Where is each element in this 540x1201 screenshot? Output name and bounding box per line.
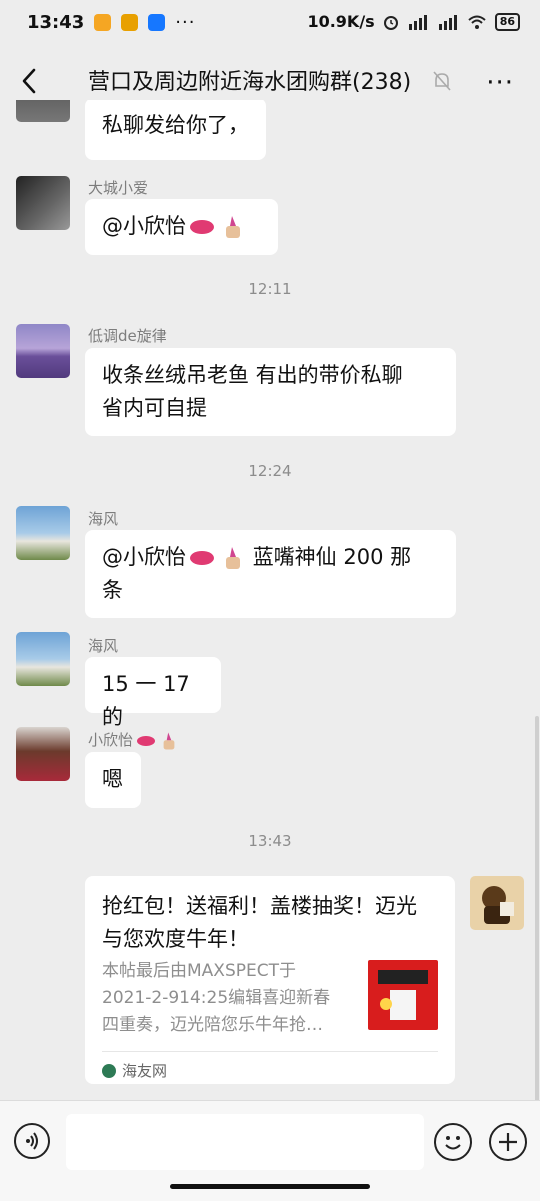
- message-bubble[interactable]: 收条丝绒吊老鱼 有出的带价私聊 省内可自提: [85, 348, 456, 436]
- self-avatar[interactable]: [470, 876, 524, 930]
- nail-polish-emoji-icon: [226, 547, 240, 569]
- message-text: 收条丝绒吊老鱼 有出的带价私聊: [102, 363, 403, 387]
- timestamp: 12:11: [248, 280, 292, 298]
- avatar[interactable]: [16, 176, 70, 230]
- message-text: @小欣怡: [102, 545, 186, 569]
- app-notification-icon: [121, 14, 139, 31]
- avatar[interactable]: [16, 506, 70, 560]
- sender-name: 低调de旋律: [88, 327, 167, 345]
- app-notification-icon: [148, 14, 166, 31]
- nail-polish-emoji-icon: [226, 216, 240, 238]
- sender-name: 大城小爱: [88, 179, 149, 197]
- kiss-emoji-icon: [137, 735, 156, 746]
- message-text: 省内可自提: [102, 396, 207, 420]
- message-input[interactable]: [66, 1114, 424, 1170]
- kiss-emoji-icon: [190, 551, 214, 565]
- wifi-icon: [468, 15, 486, 29]
- avatar[interactable]: [16, 100, 70, 122]
- status-bar: 13:43 ··· 10.9K/s 86: [0, 0, 540, 44]
- mute-bell-icon: [433, 71, 451, 91]
- message-bubble[interactable]: 私聊发给你了，: [85, 100, 266, 160]
- message-text: 条: [102, 578, 123, 602]
- scrollbar[interactable]: [535, 716, 539, 1102]
- sender-name: 小欣怡: [88, 729, 179, 751]
- message-text: 蓝嘴神仙 200 那: [252, 545, 412, 569]
- avatar[interactable]: [16, 632, 70, 686]
- avatar[interactable]: [16, 727, 70, 781]
- sender-name: 海风: [88, 637, 119, 655]
- nail-polish-emoji-icon: [163, 732, 175, 749]
- avatar[interactable]: [16, 324, 70, 378]
- signal-icon: [408, 14, 427, 30]
- back-arrow-icon[interactable]: [18, 64, 42, 98]
- sender-name: 海风: [88, 510, 119, 528]
- message-bubble[interactable]: 15 一 17 的: [85, 657, 221, 729]
- signal-icon: [438, 14, 457, 30]
- status-time: 13:43: [27, 12, 85, 33]
- kiss-emoji-icon: [190, 220, 214, 234]
- card-title: 抢红包！送福利！盖楼抽奖！迈光: [102, 894, 417, 918]
- message-bubble[interactable]: 嗯: [85, 752, 141, 808]
- card-title: 与您欢度牛年！: [102, 927, 249, 951]
- voice-input-icon[interactable]: [14, 1123, 50, 1159]
- alarm-icon: [383, 15, 398, 30]
- timestamp: 12:24: [248, 462, 292, 480]
- card-source: 海友网: [102, 1060, 167, 1081]
- network-speed: 10.9K/s: [307, 12, 375, 31]
- app-notification-icon: [94, 14, 112, 31]
- more-notifications-icon: ···: [175, 12, 196, 33]
- link-card[interactable]: 抢红包！送福利！盖楼抽奖！迈光 与您欢度牛年！ 本帖最后由MAXSPECT于 2…: [85, 876, 455, 1084]
- home-indicator[interactable]: [170, 1184, 370, 1189]
- battery-icon: 86: [494, 12, 520, 31]
- timestamp: 13:43: [248, 832, 292, 850]
- message-text: @小欣怡: [102, 214, 186, 238]
- chat-area[interactable]: 私聊发给你了， 大城小爱 @小欣怡 12:11 低调de旋律 收条丝绒吊老鱼 有…: [0, 100, 540, 1100]
- card-description: 本帖最后由MAXSPECT于 2021-2-914:25编辑喜迎新春 四重奏，迈…: [102, 961, 331, 1035]
- plus-icon[interactable]: [489, 1123, 527, 1161]
- card-thumbnail: [368, 960, 438, 1030]
- emoji-icon[interactable]: [434, 1123, 472, 1161]
- source-logo-icon: [102, 1063, 116, 1078]
- card-divider: [102, 1051, 438, 1052]
- message-bubble[interactable]: @小欣怡 蓝嘴神仙 200 那 条: [85, 530, 456, 618]
- more-options-icon[interactable]: ···: [486, 68, 514, 98]
- chat-title: 营口及周边附近海水团购群(238): [88, 70, 412, 95]
- message-bubble[interactable]: @小欣怡: [85, 199, 278, 255]
